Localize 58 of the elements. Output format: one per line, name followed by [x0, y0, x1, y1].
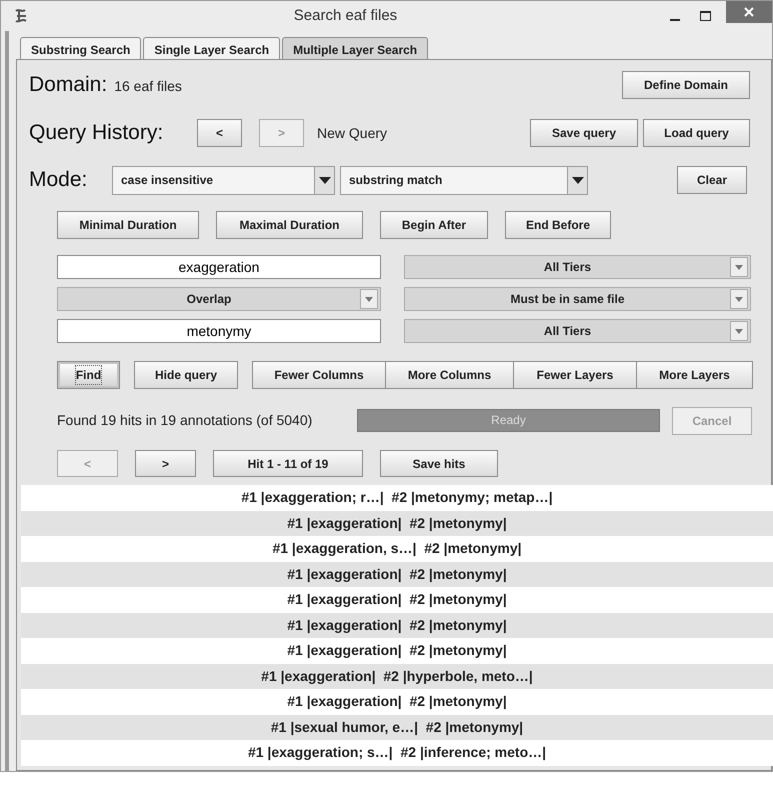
- tab[interactable]: Single Layer Search: [143, 37, 280, 59]
- define-domain-button[interactable]: Define Domain: [622, 71, 750, 99]
- close-button[interactable]: [726, 1, 772, 23]
- constraint-button[interactable]: Maximal Duration: [216, 211, 363, 239]
- result-row[interactable]: #1 |exaggeration| #2 |metonymy|: [21, 638, 773, 664]
- tab[interactable]: Multiple Layer Search: [282, 37, 428, 59]
- query-input[interactable]: metonymy: [57, 319, 381, 343]
- result-row[interactable]: #1 |exaggeration, s…| #2 |metonymy|: [21, 536, 773, 562]
- caret-icon: [365, 296, 373, 302]
- dropdown[interactable]: substring match: [340, 166, 588, 194]
- result-row[interactable]: #1 |sexual humor, e…| #2 |metonymy|: [21, 714, 773, 740]
- window-title: Search eaf files: [292, 6, 398, 26]
- caret-icon: [735, 328, 743, 334]
- result-row[interactable]: #1 |exaggeration; s…| #2 |inference; meto…|: [21, 740, 773, 766]
- domain-value: 16 eaf files: [114, 77, 182, 96]
- dropdown[interactable]: Overlap: [57, 287, 381, 311]
- query-input[interactable]: exaggeration: [57, 255, 381, 279]
- result-row[interactable]: #1 |exaggeration| #2 |metonymy|: [21, 587, 773, 612]
- result-row[interactable]: #1 |exaggeration| #2 |hyperbole, meto…|: [21, 664, 773, 689]
- constraint-button[interactable]: Begin After: [380, 211, 488, 239]
- action-button[interactable]: More Columns: [386, 361, 514, 389]
- result-row[interactable]: #1 |exaggeration| #2 |metonymy|: [21, 612, 773, 638]
- result-row[interactable]: #1 |exaggeration| #2 |metonymy|: [21, 689, 773, 714]
- constraint-button[interactable]: End Before: [505, 211, 611, 239]
- action-button[interactable]: More Layers: [637, 361, 753, 389]
- clear-button[interactable]: Clear: [677, 166, 747, 194]
- caret-icon: [318, 176, 330, 184]
- hits-nav-button[interactable]: Hit 1 - 11 of 19: [213, 450, 363, 477]
- tab[interactable]: Substring Search: [20, 37, 142, 59]
- mode-label: Mode:: [29, 167, 88, 194]
- action-button[interactable]: Fewer Layers: [514, 361, 637, 389]
- constraint-button[interactable]: Minimal Duration: [57, 211, 199, 239]
- dropdown[interactable]: All Tiers: [404, 255, 751, 279]
- caret-icon: [735, 296, 743, 302]
- domain-label: Domain:: [29, 72, 108, 98]
- query-history-label: Query History:: [29, 120, 164, 146]
- result-row[interactable]: #1 |exaggeration| #2 |metonymy|: [21, 510, 773, 536]
- action-button[interactable]: Fewer Columns: [252, 361, 386, 389]
- result-row[interactable]: #1 |exaggeration| #2 |metonymy|: [21, 562, 773, 587]
- caret-icon: [735, 264, 743, 270]
- close-icon: [744, 7, 754, 17]
- dropdown[interactable]: Must be in same file: [404, 287, 751, 311]
- hits-nav-button[interactable]: >: [135, 450, 196, 477]
- maximize-icon: [700, 11, 710, 21]
- hits-summary: Found 19 hits in 19 annotations (of 5040): [57, 411, 314, 430]
- history-nav-button[interactable]: <: [197, 119, 242, 147]
- dropdown[interactable]: case insensitive: [112, 166, 335, 194]
- progress-label: Ready: [491, 413, 526, 427]
- action-button[interactable]: Find: [57, 361, 120, 389]
- hits-nav-button[interactable]: Save hits: [380, 450, 498, 477]
- caret-icon: [572, 176, 584, 184]
- query-button[interactable]: Save query: [530, 119, 638, 147]
- dropdown[interactable]: All Tiers: [404, 319, 751, 343]
- query-status: New Query: [317, 124, 388, 143]
- minimize-icon: [670, 19, 680, 21]
- action-button[interactable]: Hide query: [134, 361, 238, 389]
- result-row[interactable]: #1 |exaggeration; r…| #2 |metonymy; metap…|: [21, 485, 773, 510]
- query-button[interactable]: Load query: [643, 119, 750, 147]
